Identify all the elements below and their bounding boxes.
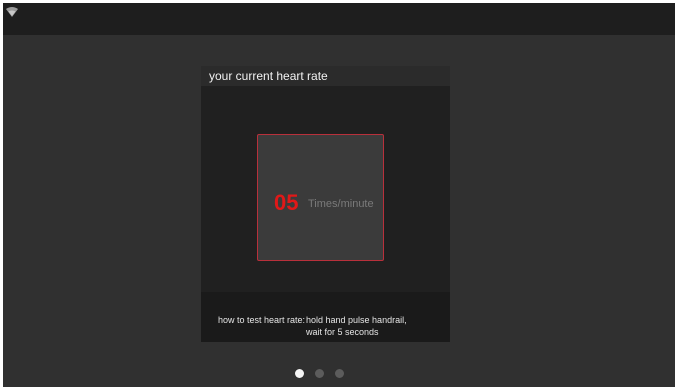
heart-rate-value: 05 — [274, 190, 299, 215]
page-dot-3[interactable] — [335, 369, 344, 378]
card-body: 05 Times/minute — [201, 86, 450, 292]
page-dot-1[interactable] — [295, 369, 304, 378]
heart-rate-unit: Times/minute — [308, 198, 374, 210]
page-indicator — [295, 369, 347, 379]
wifi-icon — [6, 7, 18, 17]
instructions-panel: how to test heart rate: hold hand pulse … — [201, 292, 450, 342]
status-bar — [3, 3, 675, 35]
card-title: your current heart rate — [209, 69, 328, 83]
heart-rate-display: 05 Times/minute — [257, 134, 384, 261]
instructions-label: how to test heart rate: — [218, 315, 306, 325]
heart-rate-card: your current heart rate 05 Times/minute … — [201, 66, 450, 342]
instructions-line-2: wait for 5 seconds — [306, 327, 379, 337]
card-header: your current heart rate — [201, 66, 450, 86]
page-dot-2[interactable] — [315, 369, 324, 378]
instructions-line-1: hold hand pulse handrail, — [306, 315, 407, 325]
app-screen: your current heart rate 05 Times/minute … — [3, 3, 675, 387]
